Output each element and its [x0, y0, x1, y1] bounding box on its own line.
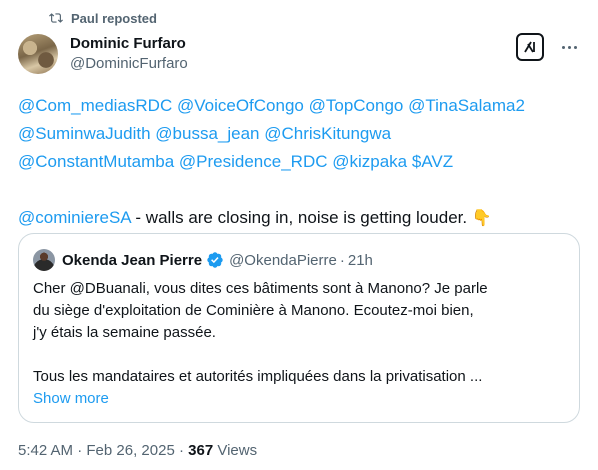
mention-link[interactable]: @ConstantMutamba — [18, 152, 174, 171]
quoted-tweet[interactable]: Okenda Jean Pierre @OkendaPierre · 21h C… — [18, 233, 580, 423]
more-icon — [561, 45, 565, 49]
repost-label: Paul reposted — [71, 10, 157, 26]
mention-link[interactable]: @TinaSalama2 — [408, 96, 525, 115]
tweet-meta: 5:42 AM · Feb 26, 2025 · 367 Views — [18, 441, 257, 461]
author-name[interactable]: Dominic Furfaro — [70, 34, 188, 53]
mention-link[interactable]: @bussa_jean — [155, 124, 259, 143]
views-count: 367 — [188, 442, 214, 459]
quoted-text-line: Tous les mandataires et autorités impliq… — [33, 368, 483, 385]
more-options-button[interactable] — [558, 37, 580, 57]
cashtag-link[interactable]: $AVZ — [412, 152, 453, 171]
mention-link[interactable]: @cominiereSA — [18, 208, 131, 227]
quoted-timestamp: 21h — [347, 251, 373, 269]
mention-link[interactable]: @TopCongo — [309, 96, 404, 115]
tweet-text: @Com_mediasRDC @VoiceOfCongo @TopCongo @… — [18, 92, 588, 232]
quoted-text-line: j'y étais la semaine passée. — [33, 324, 216, 341]
repost-icon — [49, 13, 63, 23]
separator: · — [178, 442, 184, 459]
author-block[interactable]: Dominic Furfaro @DominicFurfaro — [70, 34, 188, 74]
avatar[interactable] — [18, 34, 58, 74]
quoted-tweet-header: Okenda Jean Pierre @OkendaPierre · 21h — [33, 249, 373, 271]
grok-icon — [524, 41, 535, 53]
separator: · — [339, 251, 345, 269]
quoted-author-handle: @OkendaPierre — [229, 251, 337, 269]
quoted-tweet-text: Cher @DBuanali, vous dites ces bâtiments… — [33, 278, 567, 388]
quoted-text-line: Cher @DBuanali, vous dites ces bâtiments… — [33, 280, 488, 297]
verified-badge-icon — [207, 252, 223, 268]
mention-link[interactable]: @SuminwaJudith — [18, 124, 151, 143]
quoted-text-line: du siège d'exploitation de Cominière à M… — [33, 302, 474, 319]
pointing-down-emoji-icon: 👇 — [471, 208, 492, 227]
separator: · — [77, 442, 83, 459]
mention-link[interactable]: @kizpaka — [332, 152, 407, 171]
author-handle[interactable]: @DominicFurfaro — [70, 53, 188, 74]
grok-button[interactable] — [516, 33, 544, 61]
tweet-sentence: - walls are closing in, noise is getting… — [130, 208, 472, 227]
mention-link[interactable]: @ChrisKitungwa — [264, 124, 391, 143]
mention-link[interactable]: @Presidence_RDC — [179, 152, 328, 171]
quoted-author-name: Okenda Jean Pierre — [62, 251, 203, 269]
views-label: Views — [217, 442, 258, 459]
quoted-avatar — [33, 249, 55, 271]
repost-indicator[interactable]: Paul reposted — [49, 9, 157, 27]
tweet-time[interactable]: 5:42 AM — [18, 442, 73, 459]
tweet-date[interactable]: Feb 26, 2025 — [86, 442, 174, 459]
mention-link[interactable]: @Com_mediasRDC — [18, 96, 172, 115]
mention-link[interactable]: @VoiceOfCongo — [177, 96, 304, 115]
show-more-link[interactable]: Show more — [33, 388, 109, 410]
